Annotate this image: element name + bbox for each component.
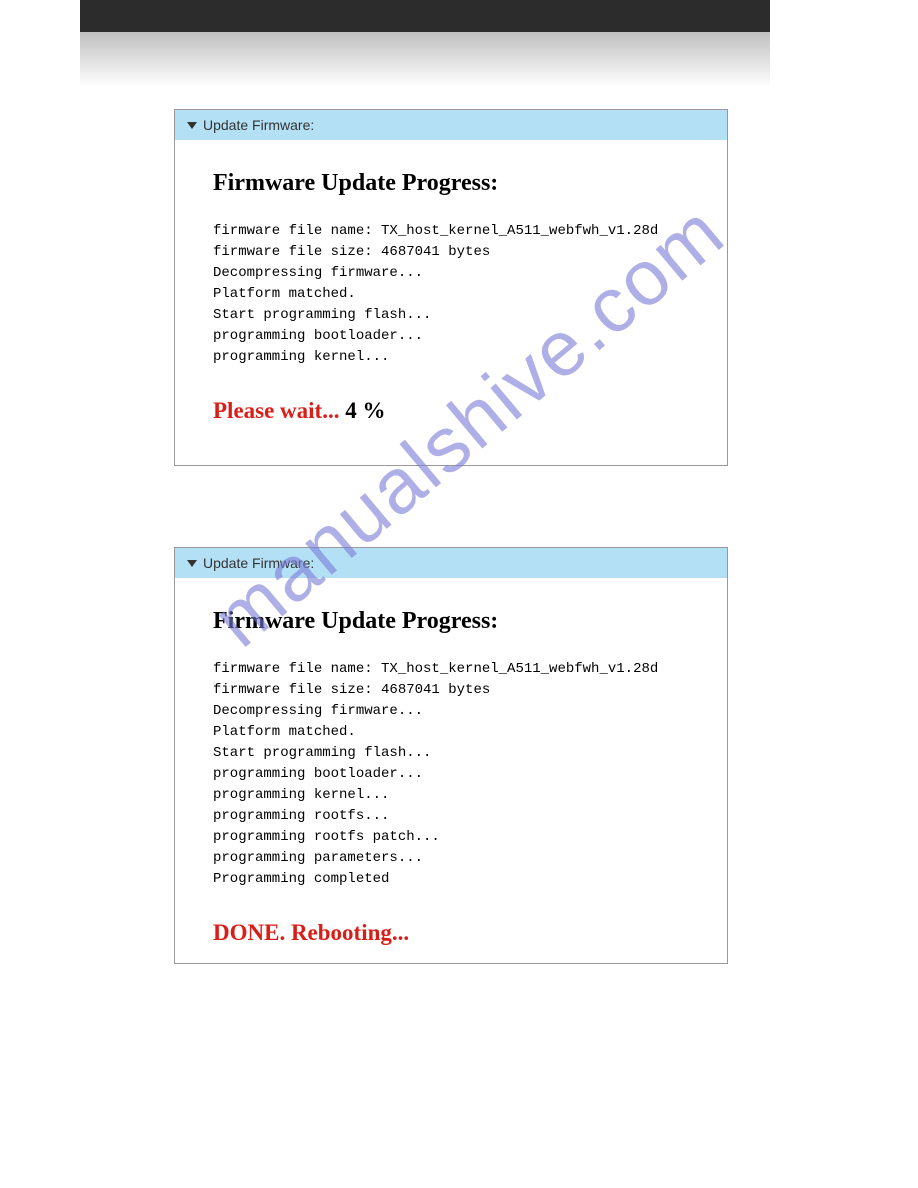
collapse-icon [187, 122, 197, 129]
status-line: Please wait... 4 % [213, 398, 727, 424]
panel-body: Firmware Update Progress: firmware file … [175, 578, 727, 946]
panel-header-label: Update Firmware: [203, 117, 314, 133]
firmware-log: firmware file name: TX_host_kernel_A511_… [213, 221, 727, 368]
firmware-log: firmware file name: TX_host_kernel_A511_… [213, 659, 727, 890]
panel-header[interactable]: Update Firmware: [175, 110, 727, 140]
top-bar [80, 0, 770, 32]
panel-header[interactable]: Update Firmware: [175, 548, 727, 578]
status-percent: 4 % [345, 398, 385, 423]
firmware-panel-done: Update Firmware: Firmware Update Progres… [174, 547, 728, 964]
progress-title: Firmware Update Progress: [213, 608, 727, 635]
status-line: DONE. Rebooting... [213, 920, 727, 946]
status-done: DONE. Rebooting... [213, 920, 409, 945]
panel-body: Firmware Update Progress: firmware file … [175, 140, 727, 424]
firmware-panel-progress: Update Firmware: Firmware Update Progres… [174, 109, 728, 466]
progress-title: Firmware Update Progress: [213, 170, 727, 197]
top-bar-shadow [80, 32, 770, 87]
panel-header-label: Update Firmware: [203, 555, 314, 571]
status-waiting: Please wait... [213, 398, 345, 423]
collapse-icon [187, 560, 197, 567]
